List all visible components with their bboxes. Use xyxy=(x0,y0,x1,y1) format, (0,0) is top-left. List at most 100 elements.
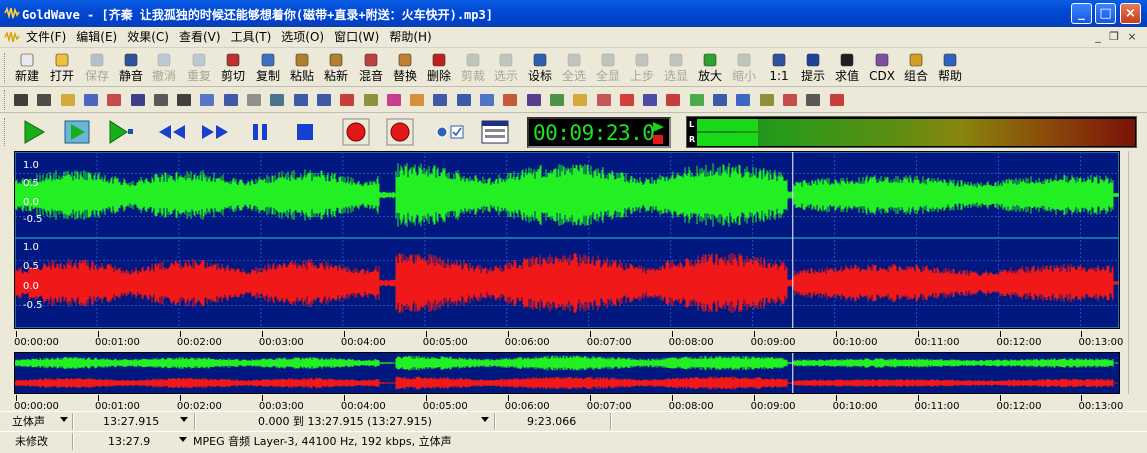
effect-tool-icon[interactable] xyxy=(501,91,519,109)
toolbar-button-1[interactable]: 打开 xyxy=(45,51,79,85)
overview-bar[interactable] xyxy=(14,352,1120,394)
overview-canvas[interactable] xyxy=(15,353,1119,393)
pause-icon[interactable] xyxy=(245,117,275,147)
toolbar-button-23[interactable]: 提示 xyxy=(796,51,830,85)
mdi-restore-button[interactable]: ❐ xyxy=(1106,30,1122,44)
play-from-cursor-icon[interactable] xyxy=(105,117,135,147)
effect-tool-icon[interactable] xyxy=(245,91,263,109)
rewind-icon[interactable] xyxy=(157,117,187,147)
toolbar-button-21[interactable]: 缩小 xyxy=(727,51,761,85)
total-length-status[interactable]: 13:27.9 xyxy=(108,434,150,449)
toolbar-grip[interactable] xyxy=(4,118,7,146)
toolbar-button-25[interactable]: CDX xyxy=(865,51,899,85)
effect-tool-icon[interactable] xyxy=(59,91,77,109)
effect-tool-icon[interactable] xyxy=(35,91,53,109)
effect-tool-icon[interactable] xyxy=(595,91,613,109)
toolbar-button-0[interactable]: 新建 xyxy=(10,51,44,85)
total-dropdown-arrow[interactable] xyxy=(179,437,187,442)
toolbar-button-20[interactable]: 放大 xyxy=(693,51,727,85)
record-icon[interactable] xyxy=(385,117,415,147)
effect-tool-icon[interactable] xyxy=(152,91,170,109)
toolbar-button-14[interactable]: 选示 xyxy=(489,51,523,85)
menu-item-5[interactable]: 选项(O) xyxy=(279,30,332,45)
channel-status[interactable]: 立体声 xyxy=(12,414,45,429)
effect-tool-icon[interactable] xyxy=(408,91,426,109)
toolbar-button-7[interactable]: 复制 xyxy=(251,51,285,85)
toolbar-button-4[interactable]: 撤消 xyxy=(147,51,181,85)
toolbar-button-3[interactable]: 静音 xyxy=(114,51,148,85)
toolbar-button-26[interactable]: 组合 xyxy=(899,51,933,85)
toolbar-button-11[interactable]: 替换 xyxy=(388,51,422,85)
fast-forward-icon[interactable] xyxy=(200,117,230,147)
record-in-selection-icon[interactable] xyxy=(341,117,371,147)
menu-item-0[interactable]: 文件(F) xyxy=(24,30,74,45)
waveform-view[interactable]: 1.0 0.5 0.0 -0.5 1.0 0.5 0.0 -0.5 xyxy=(14,151,1120,329)
toolbar-button-17[interactable]: 全显 xyxy=(591,51,625,85)
effect-tool-icon[interactable] xyxy=(222,91,240,109)
effect-tool-icon[interactable] xyxy=(641,91,659,109)
effect-tool-icon[interactable] xyxy=(82,91,100,109)
toolbar-button-12[interactable]: 删除 xyxy=(422,51,456,85)
toolbar-button-9[interactable]: 粘新 xyxy=(319,51,353,85)
effect-tool-icon[interactable] xyxy=(711,91,729,109)
effect-tool-icon[interactable] xyxy=(571,91,589,109)
effect-tool-icon[interactable] xyxy=(758,91,776,109)
effect-tool-icon[interactable] xyxy=(198,91,216,109)
mdi-minimize-button[interactable]: _ xyxy=(1090,30,1106,44)
toolbar-button-5[interactable]: 重复 xyxy=(182,51,216,85)
toolbar-button-16[interactable]: 全选 xyxy=(557,51,591,85)
menu-item-4[interactable]: 工具(T) xyxy=(229,30,280,45)
menu-item-1[interactable]: 编辑(E) xyxy=(74,30,125,45)
toolbar-button-8[interactable]: 粘贴 xyxy=(285,51,319,85)
stop-icon[interactable] xyxy=(290,117,320,147)
monitor-options-icon[interactable] xyxy=(432,117,468,147)
effect-tool-icon[interactable] xyxy=(12,91,30,109)
effect-tool-icon[interactable] xyxy=(431,91,449,109)
duration-dropdown-arrow[interactable] xyxy=(180,417,188,422)
control-properties-icon[interactable] xyxy=(480,117,510,147)
menu-item-3[interactable]: 查看(V) xyxy=(177,30,229,45)
toolbar-button-10[interactable]: 混音 xyxy=(354,51,388,85)
selection-status[interactable]: 0.000 到 13:27.915 (13:27.915) xyxy=(258,414,432,429)
toolbar-button-18[interactable]: 上步 xyxy=(625,51,659,85)
selection-dropdown-arrow[interactable] xyxy=(481,417,489,422)
menu-item-6[interactable]: 窗口(W) xyxy=(332,30,387,45)
play-selection-icon[interactable] xyxy=(62,117,92,147)
effect-tool-icon[interactable] xyxy=(525,91,543,109)
effect-tool-icon[interactable] xyxy=(734,91,752,109)
toolbar-button-22[interactable]: 1:1 xyxy=(762,51,796,85)
effect-tool-icon[interactable] xyxy=(455,91,473,109)
effect-tool-icon[interactable] xyxy=(105,91,123,109)
minimize-button[interactable]: _ xyxy=(1071,3,1092,24)
effect-tool-icon[interactable] xyxy=(804,91,822,109)
channel-dropdown-arrow[interactable] xyxy=(60,417,68,422)
effect-tool-icon[interactable] xyxy=(385,91,403,109)
close-button[interactable]: × xyxy=(1120,3,1141,24)
effect-tool-icon[interactable] xyxy=(781,91,799,109)
toolbar-button-24[interactable]: 求值 xyxy=(830,51,864,85)
effect-tool-icon[interactable] xyxy=(315,91,333,109)
menu-item-2[interactable]: 效果(C) xyxy=(125,30,177,45)
time-ruler[interactable]: 00:00:00 00:01:00 00:02:00 00:03:00 00:04:00… xyxy=(14,331,1123,349)
vertical-scrollbar[interactable] xyxy=(1128,151,1145,394)
play-icon[interactable] xyxy=(18,117,48,147)
effect-tool-icon[interactable] xyxy=(828,91,846,109)
effect-tool-icon[interactable] xyxy=(618,91,636,109)
effect-tool-icon[interactable] xyxy=(478,91,496,109)
toolbar-grip[interactable] xyxy=(4,53,7,83)
effect-tool-icon[interactable] xyxy=(362,91,380,109)
effect-tool-icon[interactable] xyxy=(292,91,310,109)
toolbar-button-27[interactable]: 帮助 xyxy=(933,51,967,85)
toolbar-button-2[interactable]: 保存 xyxy=(80,51,114,85)
toolbar-button-19[interactable]: 选显 xyxy=(659,51,693,85)
waveform-canvas[interactable] xyxy=(15,152,1119,328)
duration-status[interactable]: 13:27.915 xyxy=(103,414,159,429)
toolbar-button-13[interactable]: 剪裁 xyxy=(456,51,490,85)
effect-tool-icon[interactable] xyxy=(338,91,356,109)
toolbar-button-15[interactable]: 设标 xyxy=(523,51,557,85)
mdi-close-button[interactable]: × xyxy=(1124,30,1140,44)
maximize-button[interactable]: □ xyxy=(1095,3,1116,24)
toolbar-button-6[interactable]: 剪切 xyxy=(216,51,250,85)
effect-tool-icon[interactable] xyxy=(268,91,286,109)
effect-tool-icon[interactable] xyxy=(688,91,706,109)
